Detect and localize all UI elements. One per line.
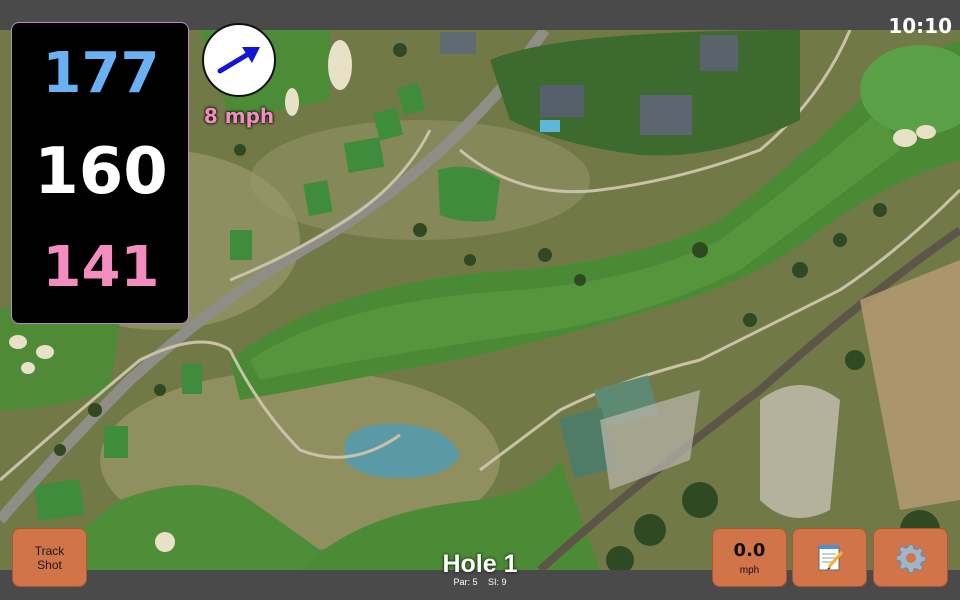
hole-stroke-index: SI: 9	[488, 577, 507, 587]
track-shot-label-line2: Shot	[37, 557, 62, 572]
distance-back: 177	[42, 41, 160, 106]
wind-unit: mph	[739, 564, 760, 576]
wind-arrow-icon	[217, 47, 260, 74]
wind-speed-label: 8 mph	[203, 104, 275, 128]
distance-front: 141	[42, 235, 160, 300]
wind-value: 0.0	[733, 539, 766, 561]
hole-info: Par: 5 SI: 9	[380, 577, 580, 587]
hole-par: Par: 5	[453, 577, 478, 587]
hole-title: Hole 1	[442, 550, 518, 578]
distance-panel: 177 160 141	[11, 22, 189, 324]
wind-speed-button[interactable]: 0.0 mph	[712, 528, 787, 587]
track-shot-button[interactable]: Track Shot	[12, 528, 87, 587]
notes-button[interactable]	[792, 528, 867, 587]
wind-direction-dial	[202, 23, 276, 97]
clock: 10:10	[888, 14, 952, 38]
distance-middle: 160	[34, 135, 168, 209]
notepad-icon	[818, 544, 843, 570]
gear-icon	[895, 543, 926, 573]
track-shot-label-line1: Track	[34, 543, 65, 558]
settings-button[interactable]	[873, 528, 948, 587]
